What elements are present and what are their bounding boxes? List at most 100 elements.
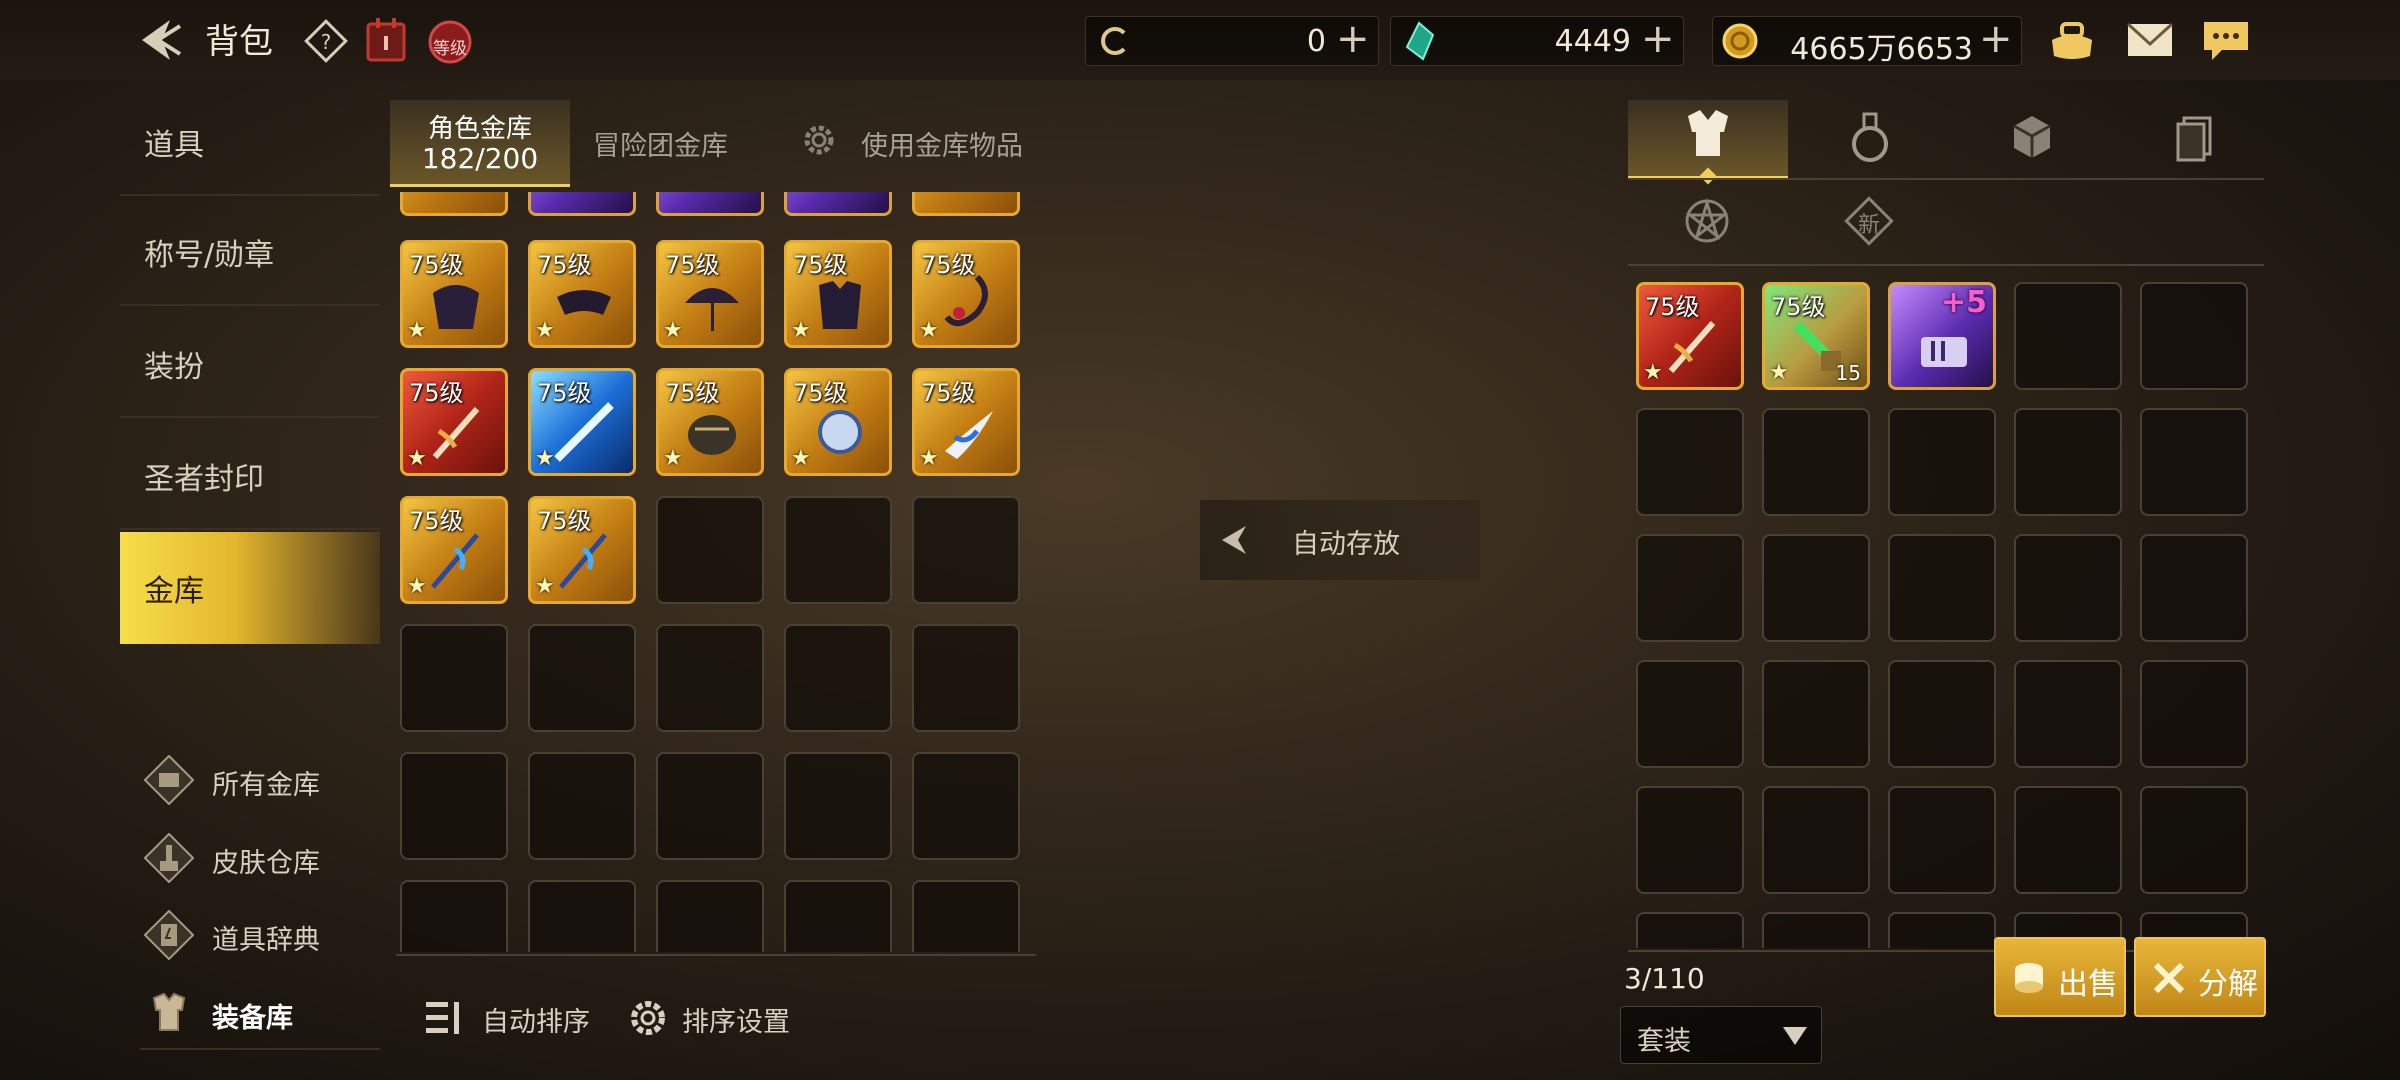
help-icon[interactable]: ? — [303, 18, 349, 64]
empty-slot[interactable] — [2014, 534, 2122, 642]
empty-slot[interactable] — [1762, 660, 1870, 768]
vault-item-slot[interactable] — [912, 192, 1020, 216]
empty-slot[interactable] — [656, 624, 764, 732]
inventory-item-slot[interactable]: 75级 ★ — [1636, 282, 1744, 390]
empty-slot[interactable] — [1888, 786, 1996, 894]
vault-item-slot[interactable]: 75级 ★ — [912, 240, 1020, 348]
vault-item-slot[interactable]: 75级 ★ — [784, 240, 892, 348]
vault-capacity: 182/200 — [421, 142, 539, 175]
empty-slot[interactable] — [1762, 786, 1870, 894]
item-level: 75级 — [921, 251, 976, 279]
vault-item-slot[interactable]: 75级 ★ — [528, 368, 636, 476]
empty-slot[interactable] — [400, 880, 508, 952]
empty-slot[interactable] — [1636, 660, 1744, 768]
sidebar-item-saint-seal[interactable]: 圣者封印 — [120, 420, 380, 530]
empty-slot[interactable] — [528, 880, 636, 952]
empty-slot[interactable] — [2140, 786, 2248, 894]
vault-item-slot[interactable] — [656, 192, 764, 216]
vault-item-slot[interactable] — [784, 192, 892, 216]
auto-store-button[interactable]: 自动存放 — [1200, 500, 1480, 580]
level-badge[interactable]: 等级 — [426, 14, 474, 66]
empty-slot[interactable] — [1762, 408, 1870, 516]
vault-item-slot[interactable]: 75级 ★ — [656, 368, 764, 476]
empty-slot[interactable] — [2014, 282, 2122, 390]
gear-icon — [631, 1001, 665, 1035]
empty-slot[interactable] — [656, 496, 764, 604]
use-vault-items-button[interactable]: 使用金库物品 — [797, 118, 1087, 162]
sidebar-item-costume[interactable]: 装扮 — [120, 308, 380, 418]
sidebar-item-titles-medals[interactable]: 称号/勋章 — [120, 196, 380, 306]
tab-character-vault[interactable]: 角色金库 182/200 — [390, 100, 570, 187]
empty-slot[interactable] — [1888, 660, 1996, 768]
empty-slot[interactable] — [2140, 534, 2248, 642]
empty-slot[interactable] — [1636, 408, 1744, 516]
empty-slot[interactable] — [1888, 912, 1996, 948]
empty-slot[interactable] — [784, 496, 892, 604]
inventory-item-slot[interactable]: +5 — [1888, 282, 1996, 390]
vault-item-slot[interactable] — [400, 192, 508, 216]
empty-slot[interactable] — [1762, 912, 1870, 948]
empty-slot[interactable] — [1636, 786, 1744, 894]
sub-item-skin-storage[interactable]: 皮肤仓库 — [140, 823, 380, 893]
new-items-filter[interactable]: 新 — [1842, 194, 1896, 248]
pentagram-icon[interactable] — [1680, 194, 1734, 248]
empty-slot[interactable] — [1636, 534, 1744, 642]
empty-slot[interactable] — [528, 624, 636, 732]
sidebar-item-vault[interactable]: 金库 — [120, 532, 380, 644]
calendar-icon[interactable] — [364, 16, 408, 64]
sidebar-item-items[interactable]: 道具 — [120, 86, 380, 196]
empty-slot[interactable] — [912, 496, 1020, 604]
empty-slot[interactable] — [784, 624, 892, 732]
vault-item-slot[interactable]: 75级 ★ — [528, 496, 636, 604]
empty-slot[interactable] — [912, 752, 1020, 860]
vault-item-slot[interactable] — [528, 192, 636, 216]
empty-slot[interactable] — [2140, 408, 2248, 516]
mail-icon[interactable] — [2124, 16, 2176, 64]
empty-slot[interactable] — [1888, 534, 1996, 642]
add-green-crystal-button[interactable]: + — [1641, 19, 1675, 59]
sub-item-item-dictionary[interactable]: 道具辞典 — [140, 900, 380, 970]
empty-slot[interactable] — [400, 624, 508, 732]
sub-item-equipment-storage[interactable]: 装备库 — [140, 978, 380, 1050]
empty-slot[interactable] — [1762, 534, 1870, 642]
tab-equipment[interactable] — [1628, 100, 1788, 185]
tab-consumables[interactable] — [1790, 100, 1950, 176]
add-gold-button[interactable]: + — [1979, 19, 2013, 59]
sell-button[interactable]: 出售 — [1994, 937, 2126, 1017]
vault-item-slot[interactable]: 75级 ★ — [784, 368, 892, 476]
empty-slot[interactable] — [2014, 786, 2122, 894]
vault-item-slot[interactable]: 75级 ★ — [400, 368, 508, 476]
vault-item-slot[interactable]: 75级 ★ — [656, 240, 764, 348]
empty-slot[interactable] — [2140, 282, 2248, 390]
add-c-coin-button[interactable]: + — [1336, 19, 1370, 59]
empty-slot[interactable] — [656, 880, 764, 952]
empty-slot[interactable] — [2140, 660, 2248, 768]
vault-item-slot[interactable]: 75级 ★ — [528, 240, 636, 348]
tab-cards[interactable] — [2114, 100, 2274, 176]
empty-slot[interactable] — [2014, 660, 2122, 768]
vault-item-slot[interactable]: 75级 ★ — [400, 496, 508, 604]
shop-bag-icon[interactable] — [2046, 16, 2098, 64]
sub-item-all-vaults[interactable]: 所有金库 — [140, 745, 380, 815]
empty-slot[interactable] — [2014, 408, 2122, 516]
filter-dropdown[interactable]: 套装 — [1620, 1006, 1822, 1064]
empty-slot[interactable] — [912, 880, 1020, 952]
empty-slot[interactable] — [528, 752, 636, 860]
empty-slot[interactable] — [784, 880, 892, 952]
vault-item-slot[interactable]: 75级 ★ — [912, 368, 1020, 476]
tab-materials[interactable] — [1952, 100, 2112, 176]
sort-settings-button[interactable]: 排序设置 — [624, 994, 804, 1042]
empty-slot[interactable] — [1636, 912, 1744, 948]
empty-slot[interactable] — [912, 624, 1020, 732]
auto-sort-button[interactable]: 自动排序 — [424, 996, 594, 1040]
back-arrow-icon[interactable] — [130, 12, 186, 68]
empty-slot[interactable] — [656, 752, 764, 860]
empty-slot[interactable] — [1888, 408, 1996, 516]
dismantle-button[interactable]: 分解 — [2134, 937, 2266, 1017]
vault-item-slot[interactable]: 75级 ★ — [400, 240, 508, 348]
inventory-item-slot[interactable]: 75级 ★ 15 — [1762, 282, 1870, 390]
chat-icon[interactable] — [2200, 16, 2252, 64]
empty-slot[interactable] — [400, 752, 508, 860]
empty-slot[interactable] — [784, 752, 892, 860]
tab-adventure-vault[interactable]: 冒险团金库 — [593, 124, 728, 163]
